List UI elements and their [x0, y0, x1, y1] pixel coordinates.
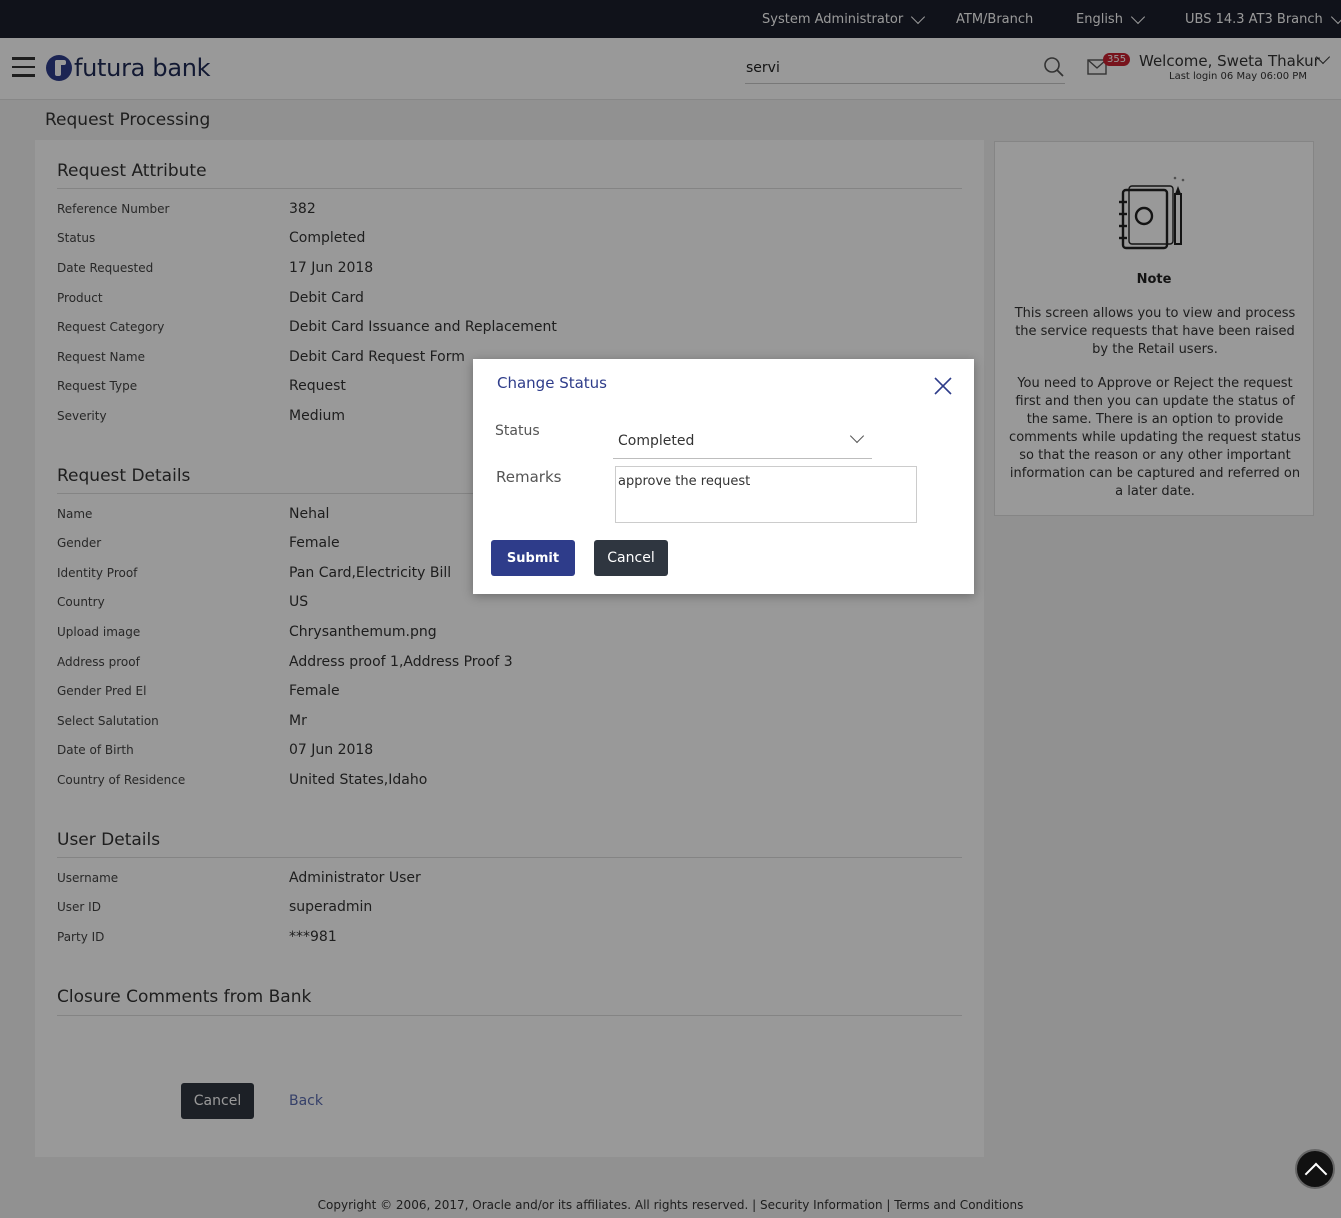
remarks-textarea[interactable]: approve the request [615, 466, 917, 523]
arrow-up-icon[interactable] [1295, 1149, 1335, 1189]
status-label: Status [495, 423, 540, 439]
status-select[interactable]: Completed [613, 424, 872, 459]
remarks-label: Remarks [496, 468, 562, 486]
change-status-modal: Change Status Status Completed Remarks a… [473, 359, 974, 594]
close-icon[interactable] [933, 376, 953, 396]
modal-title: Change Status [497, 374, 607, 392]
status-select-value: Completed [618, 433, 695, 449]
modal-overlay [0, 0, 1341, 1218]
chevron-down-icon [849, 428, 865, 444]
modal-cancel-button[interactable]: Cancel [594, 540, 668, 576]
submit-button[interactable]: Submit [491, 540, 575, 576]
